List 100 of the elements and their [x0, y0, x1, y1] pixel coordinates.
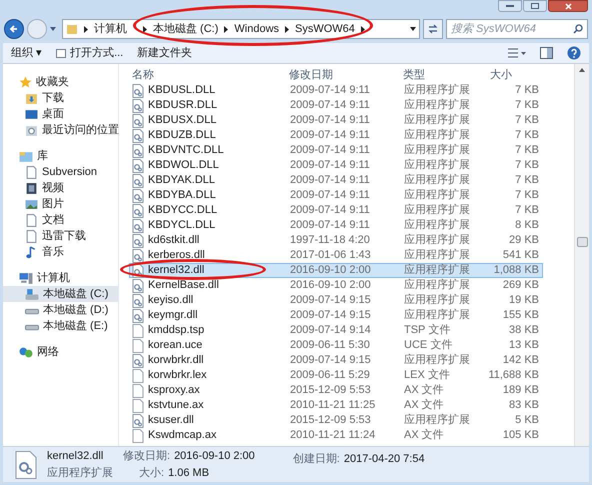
breadcrumb[interactable]: SysWOW64: [295, 20, 355, 38]
toolbar-button[interactable]: 打开方式...: [56, 44, 124, 62]
nav-label: 本地磁盘 (D:): [43, 302, 108, 318]
file-name: kd6stkit.dll: [148, 233, 200, 248]
file-row[interactable]: kstvtune.ax 2010-11-21 11:25 AX 文件 83 KB: [129, 398, 543, 413]
file-name: KBDUSR.DLL: [148, 98, 218, 114]
detail-label: 修改日期:: [123, 449, 170, 464]
refresh-button[interactable]: [423, 19, 443, 39]
view-options-icon[interactable]: [508, 48, 526, 58]
file-row[interactable]: KBDUZB.DLL 2009-07-14 9:11 应用程序扩展 7 KB: [129, 128, 543, 143]
dropdown-caret-icon[interactable]: [410, 27, 416, 31]
file-size: 541 KB: [502, 248, 539, 264]
file-row[interactable]: kmddsp.tsp 2009-07-14 9:14 TSP 文件 38 KB: [129, 323, 543, 338]
nav-label: 网络: [37, 344, 59, 360]
file-row[interactable]: KernelBase.dll 2016-09-10 2:00 应用程序扩展 269 KB: [129, 278, 543, 293]
dll-file-icon: [132, 98, 144, 112]
music-note-icon: [25, 246, 38, 258]
file-row[interactable]: korwbrkr.dll 2009-07-14 9:15 应用程序扩展 142 KB: [129, 353, 543, 368]
column-header[interactable]: 修改日期: [285, 66, 399, 84]
scrollbar-thumb[interactable]: [576, 237, 588, 247]
nav-item[interactable]: 下载: [3, 90, 118, 106]
file-row[interactable]: ksproxy.ax 2015-12-09 5:53 AX 文件 189 KB: [129, 383, 543, 398]
file-row[interactable]: korean.uce 2009-06-11 5:30 UCE 文件 13 KB: [129, 338, 543, 353]
nav-item[interactable]: 计算机: [3, 270, 118, 286]
scrollbar[interactable]: [574, 64, 589, 446]
nav-item[interactable]: 本地磁盘 (D:): [3, 302, 118, 318]
search-field[interactable]: 搜索 SysWOW64: [446, 19, 588, 39]
file-row[interactable]: KBDWOL.DLL 2009-07-14 9:11 应用程序扩展 7 KB: [129, 158, 543, 173]
detail-value: 1.06 MB: [168, 466, 210, 480]
nav-item[interactable]: 网络: [3, 344, 118, 360]
file-name: KBDUSL.DLL: [148, 83, 216, 98]
column-header[interactable]: 类型: [399, 66, 486, 84]
file-row[interactable]: kerberos.dll 2017-01-06 1:43 应用程序扩展 541 KB: [129, 248, 543, 263]
nav-item[interactable]: 桌面: [3, 106, 118, 122]
nav-item[interactable]: 音乐: [3, 244, 118, 260]
file-name: KernelBase.dll: [148, 278, 219, 294]
file-icon: [132, 368, 144, 382]
file-row[interactable]: kd6stkit.dll 1997-11-18 4:20 应用程序扩展 29 KB: [129, 233, 543, 248]
file-type: 应用程序扩展: [403, 352, 471, 368]
toolbar-button[interactable]: 组织 ▾: [11, 44, 42, 62]
nav-item[interactable]: 视频: [3, 180, 118, 196]
file-row[interactable]: ksuser.dll 2015-12-09 5:53 应用程序扩展 5 KB: [129, 413, 543, 428]
file-row[interactable]: KBDUSL.DLL 2009-07-14 9:11 应用程序扩展 7 KB: [129, 83, 543, 98]
file-name: keyiso.dll: [148, 293, 194, 308]
column-header[interactable]: 大小: [486, 66, 538, 84]
file-row[interactable]: KBDUSR.DLL 2009-07-14 9:11 应用程序扩展 7 KB: [129, 98, 543, 113]
file-size: 7 KB: [514, 83, 539, 98]
chevron-right-icon[interactable]: [360, 26, 365, 32]
file-row[interactable]: KBDYAK.DLL 2009-07-14 9:11 应用程序扩展 7 KB: [129, 173, 543, 188]
column-header[interactable]: 名称: [129, 66, 285, 84]
file-size: 269 KB: [502, 278, 539, 294]
file-name: kernel32.dll: [148, 263, 204, 278]
nav-item[interactable]: 最近访问的位置: [3, 122, 118, 138]
preview-pane-icon[interactable]: [540, 47, 553, 59]
file-name: ksuser.dll: [148, 413, 194, 428]
nav-item[interactable]: 库: [3, 148, 118, 164]
modified-date: 2009-07-14 9:15: [289, 293, 372, 308]
nav-item[interactable]: 迅雷下载: [3, 228, 118, 244]
modified-date: 2009-07-14 9:11: [289, 218, 371, 234]
minimize-button[interactable]: [498, 0, 522, 12]
file-row[interactable]: KBDYCL.DLL 2009-07-14 9:11 应用程序扩展 8 KB: [129, 218, 543, 233]
nav-item[interactable]: 收藏夹: [3, 74, 118, 90]
file-type: 应用程序扩展: [403, 202, 471, 218]
address-bar[interactable]: 计算机 本地磁盘 (C:) Windows SysWOW64: [62, 19, 420, 39]
modified-date: 2017-01-06 1:43: [289, 248, 372, 264]
file-row[interactable]: keymgr.dll 2009-07-14 9:15 应用程序扩展 155 KB: [129, 308, 543, 323]
breadcrumb[interactable]: 本地磁盘 (C:): [153, 20, 218, 38]
file-type: 应用程序扩展: [403, 412, 471, 428]
file-row[interactable]: kernel32.dll 2016-09-10 2:00 应用程序扩展 1,088 KB: [129, 263, 543, 278]
toolbar-button[interactable]: 新建文件夹: [137, 44, 192, 62]
file-row[interactable]: KBDUSX.DLL 2009-07-14 9:11 应用程序扩展 7 KB: [129, 113, 543, 128]
dll-file-icon: [132, 354, 144, 368]
chevron-right-icon[interactable]: [84, 26, 88, 32]
file-type: UCE 文件: [403, 338, 454, 354]
nav-item[interactable]: 文档: [3, 212, 118, 228]
computer-icon: [19, 272, 33, 284]
file-row[interactable]: KBDYBA.DLL 2009-07-14 9:11 应用程序扩展 7 KB: [129, 188, 543, 203]
nav-item[interactable]: Subversion: [3, 164, 118, 180]
file-size: 7 KB: [514, 173, 539, 188]
chevron-right-icon[interactable]: [224, 26, 228, 32]
back-button[interactable]: [4, 19, 24, 39]
file-size: 19 KB: [508, 293, 539, 308]
file-row[interactable]: keyiso.dll 2009-07-14 9:15 应用程序扩展 19 KB: [129, 293, 543, 308]
maximize-button[interactable]: [523, 0, 547, 12]
nav-item[interactable]: 图片: [3, 196, 118, 212]
modified-date: 2009-07-14 9:11: [289, 203, 371, 218]
chevron-right-icon[interactable]: [285, 26, 290, 32]
chevron-right-icon[interactable]: [143, 26, 147, 32]
nav-item[interactable]: 本地磁盘 (C:): [3, 286, 118, 302]
file-row[interactable]: Kswdmcap.ax 2010-11-21 11:24 AX 文件 105 KB: [129, 428, 543, 443]
close-button[interactable]: [548, 0, 588, 12]
file-row[interactable]: korwbrkr.lex 2009-06-11 5:29 LEX 文件 11,688 KB: [129, 368, 543, 383]
file-row[interactable]: KBDYCC.DLL 2009-07-14 9:11 应用程序扩展 7 KB: [129, 203, 543, 218]
file-row[interactable]: KBDVNTC.DLL 2009-07-14 9:11 应用程序扩展 7 KB: [129, 143, 543, 158]
breadcrumb[interactable]: 计算机: [94, 20, 127, 38]
help-icon[interactable]: [567, 46, 581, 60]
nav-item[interactable]: 本地磁盘 (E:): [3, 318, 118, 334]
breadcrumb[interactable]: Windows: [234, 20, 280, 38]
nav-label: 桌面: [42, 106, 64, 122]
file-size: 7 KB: [514, 113, 539, 128]
